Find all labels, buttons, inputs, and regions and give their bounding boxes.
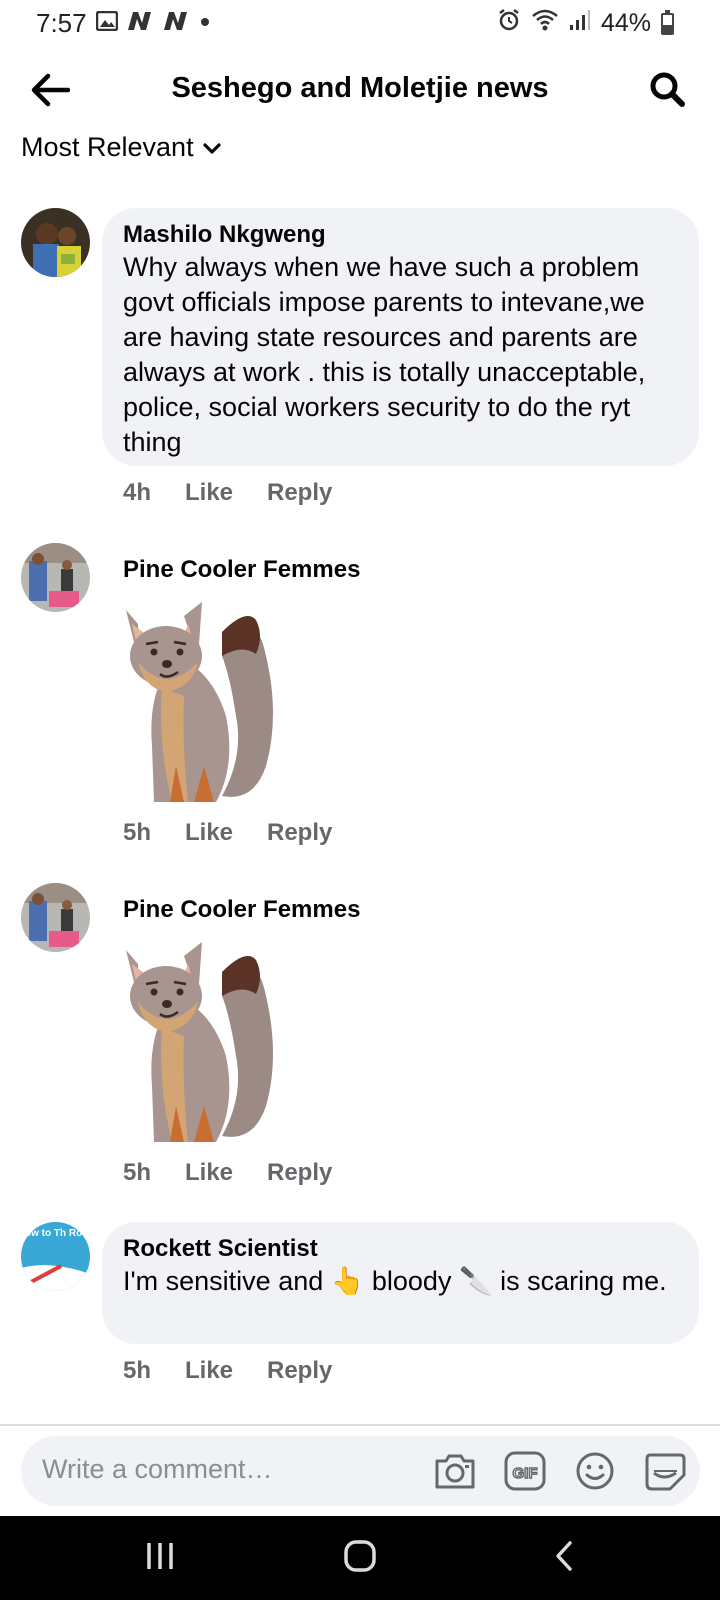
comment-author[interactable]: Rockett Scientist <box>123 1234 679 1264</box>
reply-button[interactable]: Reply <box>267 1357 332 1385</box>
comment-input[interactable]: Write a comment… <box>42 1454 273 1485</box>
back-nav-button[interactable] <box>534 1536 594 1580</box>
reply-button[interactable]: Reply <box>267 1159 332 1187</box>
sort-dropdown[interactable]: Most Relevant <box>21 132 222 163</box>
like-button[interactable]: Like <box>185 479 267 507</box>
comment-author[interactable]: Pine Cooler Femmes <box>123 896 360 924</box>
svg-text:GIF: GIF <box>513 1465 538 1482</box>
comment-actions: 5h Like Reply <box>123 1159 332 1187</box>
back-nav-icon <box>552 1540 576 1577</box>
comment-text-part: is scaring me. <box>492 1266 667 1296</box>
alarm-icon <box>497 8 521 39</box>
status-left-icons <box>95 10 212 37</box>
n-app-icon <box>126 10 154 37</box>
composer-divider <box>0 1424 720 1426</box>
comment-text: I'm sensitive and 👆 bloody 🔪 is scaring … <box>123 1264 679 1299</box>
status-bar: 7:57 44% <box>0 0 720 46</box>
fox-sticker[interactable] <box>118 936 293 1148</box>
sort-label: Most Relevant <box>21 132 194 162</box>
n-app-icon <box>162 10 190 37</box>
fox-sticker[interactable] <box>118 596 293 808</box>
comment-composer[interactable]: Write a comment… GIF <box>21 1436 700 1506</box>
avatar[interactable]: ow to Th Rocket S <box>21 1222 90 1291</box>
system-nav-bar <box>0 1516 720 1600</box>
comment-bubble[interactable]: Rockett Scientist I'm sensitive and 👆 bl… <box>102 1222 699 1344</box>
search-icon <box>648 70 686 113</box>
gif-icon[interactable]: GIF <box>502 1448 548 1494</box>
home-icon <box>343 1539 377 1578</box>
like-button[interactable]: Like <box>185 1159 267 1187</box>
comment-author[interactable]: Pine Cooler Femmes <box>123 556 360 584</box>
dot-icon <box>198 14 212 33</box>
comment-author[interactable]: Mashilo Nkgweng <box>123 220 679 250</box>
avatar[interactable] <box>21 208 90 277</box>
signal-icon <box>569 8 591 39</box>
page-title: Seshego and Moletjie news <box>171 72 549 104</box>
chevron-down-icon <box>202 132 222 163</box>
knife-emoji: 🔪 <box>458 1266 493 1296</box>
avatar[interactable] <box>21 543 90 612</box>
like-button[interactable]: Like <box>185 819 267 847</box>
home-button[interactable] <box>330 1536 390 1580</box>
comment-time: 5h <box>123 1357 152 1384</box>
avatar[interactable] <box>21 883 90 952</box>
reply-button[interactable]: Reply <box>267 819 332 847</box>
reply-button[interactable]: Reply <box>267 479 332 507</box>
emoji-icon[interactable] <box>572 1448 618 1494</box>
comment-text-part: I'm sensitive and <box>123 1266 331 1296</box>
recents-icon <box>145 1541 175 1576</box>
header: Seshego and Moletjie news <box>0 56 720 128</box>
comment-actions: 5h Like Reply <box>123 819 332 847</box>
comment-time: 5h <box>123 1159 152 1186</box>
comment-time: 4h <box>123 479 152 506</box>
sticker-icon[interactable] <box>642 1448 688 1494</box>
recents-button[interactable] <box>130 1536 190 1580</box>
gallery-icon <box>95 10 119 36</box>
comment-actions: 4h Like Reply <box>123 479 332 507</box>
wifi-icon <box>531 8 559 39</box>
comment-actions: 5h Like Reply <box>123 1357 332 1385</box>
comment-bubble[interactable]: Mashilo Nkgweng Why always when we have … <box>102 208 699 466</box>
battery-level <box>663 24 672 33</box>
status-right: 44% <box>497 8 674 39</box>
pointing-up-emoji: 👆 <box>330 1266 365 1296</box>
battery-icon <box>661 9 674 35</box>
like-button[interactable]: Like <box>185 1357 267 1385</box>
battery-percent: 44% <box>600 9 651 37</box>
composer-icons: GIF <box>432 1448 688 1494</box>
comment-time: 5h <box>123 819 152 846</box>
avatar-text: ow to Th Rocket S <box>25 1228 90 1239</box>
camera-icon[interactable] <box>432 1448 478 1494</box>
comment-text-part: bloody <box>364 1266 459 1296</box>
status-time: 7:57 <box>36 8 87 38</box>
comment-text: Why always when we have such a problem g… <box>123 252 646 457</box>
search-button[interactable] <box>640 64 694 118</box>
